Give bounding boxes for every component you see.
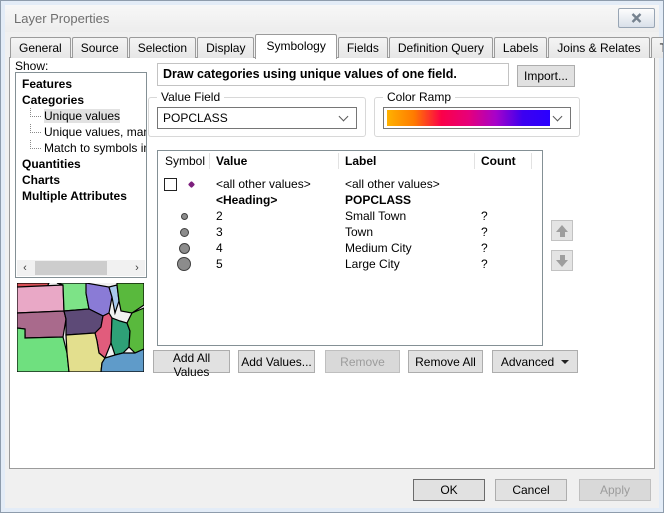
value-field-label: Value Field [157,90,224,104]
tab-selection[interactable]: Selection [129,37,196,58]
scroll-left-icon[interactable]: ‹ [17,260,33,276]
column-header-label[interactable]: Label [339,153,475,169]
column-header-value[interactable]: Value [210,153,339,169]
tab-labels[interactable]: Labels [494,37,547,58]
dropdown-caret-icon [561,360,569,364]
tab-time[interactable]: Time [651,37,664,58]
tab-fields[interactable]: Fields [338,37,388,58]
tab-display[interactable]: Display [197,37,254,58]
table-row-small-town[interactable]: 2 Small Town ? [158,208,542,224]
tab-symbology[interactable]: Symbology [255,34,336,59]
map-preview [17,283,144,372]
show-item-quantities[interactable]: Quantities [22,156,146,172]
show-item-match-symbols[interactable]: Match to symbols in a [22,140,146,156]
add-all-values-button[interactable]: Add All Values [153,350,230,373]
color-ramp-label: Color Ramp [383,90,455,104]
tab-definition-query[interactable]: Definition Query [389,37,493,58]
tab-strip: General Source Selection Display Symbolo… [10,34,664,58]
value-field-group: Value Field POPCLASS [148,97,366,137]
title-bar[interactable]: Layer Properties [5,5,659,32]
show-item-multiple-attributes[interactable]: Multiple Attributes [22,188,146,204]
show-item-categories[interactable]: Categories [22,92,146,108]
table-row-large-city[interactable]: 5 Large City ? [158,256,542,272]
value-field-value: POPCLASS [158,111,340,125]
horizontal-scrollbar[interactable]: ‹ › [17,260,145,276]
unique-values-table: Symbol Value Label Count <all other valu… [157,150,543,346]
ok-button[interactable]: OK [413,479,485,501]
color-ramp-dropdown[interactable] [383,107,571,129]
color-ramp-gradient [387,110,550,126]
point-symbol[interactable] [181,213,188,220]
show-item-charts[interactable]: Charts [22,172,146,188]
cancel-button[interactable]: Cancel [495,479,567,501]
move-down-button[interactable] [551,250,573,271]
states-map-thumbnail [17,283,144,372]
apply-button[interactable]: Apply [579,479,651,501]
show-tree: Features Categories Unique values Unique… [15,72,147,278]
arrow-down-icon [556,255,568,267]
symbology-tab-page: Show: Features Categories Unique values … [9,57,655,469]
close-icon [631,13,642,23]
advanced-button[interactable]: Advanced [492,350,578,373]
column-header-symbol[interactable]: Symbol [158,153,210,169]
tab-source[interactable]: Source [72,37,128,58]
all-other-values-checkbox[interactable] [164,178,177,191]
table-row-town[interactable]: 3 Town ? [158,224,542,240]
window-title: Layer Properties [14,11,109,26]
add-values-button[interactable]: Add Values... [238,350,315,373]
close-button[interactable] [618,8,655,28]
table-row-heading[interactable]: <Heading> POPCLASS [158,192,542,208]
point-symbol[interactable] [177,257,191,271]
remove-button[interactable]: Remove [325,350,400,373]
table-row-medium-city[interactable]: 4 Medium City ? [158,240,542,256]
show-label: Show: [15,59,48,73]
point-symbol[interactable] [180,228,189,237]
import-button[interactable]: Import... [517,65,575,87]
table-header: Symbol Value Label Count [158,151,542,171]
show-item-unique-values[interactable]: Unique values [22,108,146,124]
method-description: Draw categories using unique values of o… [157,63,509,86]
all-other-values-symbol[interactable] [188,180,195,187]
move-up-button[interactable] [551,220,573,241]
value-field-dropdown[interactable]: POPCLASS [157,107,357,129]
arrow-up-icon [556,225,568,237]
scrollbar-thumb[interactable] [35,261,107,275]
point-symbol[interactable] [179,243,190,254]
tree-connector-icon [30,140,41,149]
layer-properties-dialog: Layer Properties General Source Selectio… [0,0,664,513]
tree-connector-icon [30,124,41,133]
chevron-down-icon [339,112,349,122]
show-item-features[interactable]: Features [22,76,146,92]
scroll-right-icon[interactable]: › [129,260,145,276]
tab-general[interactable]: General [10,37,71,58]
show-item-unique-values-many[interactable]: Unique values, many [22,124,146,140]
chevron-down-icon [553,112,563,122]
table-row-all-other-values[interactable]: <all other values> <all other values> [158,176,542,192]
remove-all-button[interactable]: Remove All [408,350,483,373]
tab-joins-relates[interactable]: Joins & Relates [548,37,649,58]
tree-connector-icon [30,108,41,117]
color-ramp-group: Color Ramp [374,97,580,137]
column-header-count[interactable]: Count [475,153,532,169]
